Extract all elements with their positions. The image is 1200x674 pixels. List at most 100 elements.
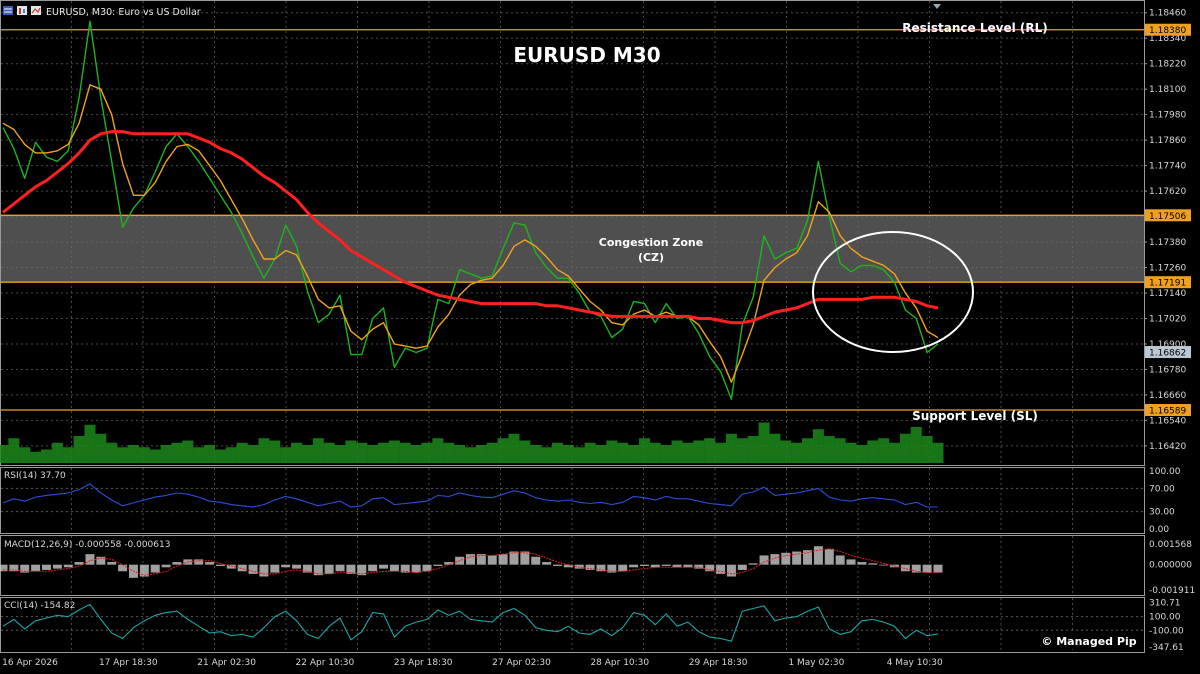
macd-histogram-bar: [444, 562, 454, 565]
macd-histogram-bar: [281, 564, 291, 568]
chart-title: EURUSD M30: [513, 43, 660, 67]
macd-histogram-bar: [857, 562, 867, 565]
volume-bar: [802, 438, 814, 463]
rsi-tick: 0.00: [1149, 525, 1169, 535]
volume-bar: [269, 440, 281, 463]
rsi-label: RSI(14) 37.70: [4, 471, 66, 481]
volume-bar: [388, 440, 400, 463]
macd-histogram-bar: [466, 554, 475, 565]
volume-bar: [932, 442, 944, 463]
volume-bar: [856, 445, 868, 463]
macd-histogram-bar: [270, 564, 280, 573]
volume-bar: [823, 436, 835, 463]
macd-histogram-bar: [650, 564, 660, 568]
price-tick-label: 1.17620: [1149, 187, 1186, 197]
macd-histogram-bar: [846, 559, 856, 565]
macd-histogram-bar: [661, 564, 671, 566]
macd-histogram-bar: [335, 564, 345, 572]
macd-histogram-bar: [161, 564, 171, 568]
volume-bar: [530, 445, 542, 463]
sl-label: Support Level (SL): [912, 409, 1038, 423]
volume-bar: [475, 445, 487, 463]
macd-histogram-bar: [748, 563, 758, 565]
price-tick-label: 1.17380: [1149, 238, 1186, 248]
price-tick-label: 1.16540: [1149, 416, 1186, 426]
macd-histogram-bar: [879, 564, 889, 566]
volume-bar: [356, 442, 368, 463]
indicator-icon[interactable]: [31, 6, 41, 15]
volume-bar: [921, 436, 933, 463]
zone-label-line2: (CZ): [638, 251, 664, 264]
macd-histogram-bar: [542, 562, 552, 565]
volume-bar: [106, 442, 118, 463]
watermark-text: © Managed Pip: [1041, 635, 1136, 648]
macd-histogram-bar: [552, 564, 562, 566]
volume-bar: [606, 440, 618, 463]
macd-histogram-bar: [900, 564, 910, 572]
macd-histogram-bar: [531, 556, 541, 565]
congestion-zone: [1, 214, 1144, 283]
price-tick-label: 1.17980: [1149, 111, 1186, 121]
macd-histogram-bar: [194, 559, 204, 565]
macd-histogram-bar: [868, 563, 878, 565]
macd-histogram-bar: [813, 546, 823, 565]
volume-bar: [323, 442, 335, 463]
macd-histogram-bar: [215, 564, 225, 566]
zone-top-tag-text: 1.17506: [1149, 212, 1186, 222]
volume-bar: [910, 427, 922, 463]
macd-label: MACD(12,26,9) -0.000558 -0.000613: [4, 540, 170, 550]
macd-histogram-bar: [563, 564, 573, 568]
macd-histogram-bar: [74, 562, 84, 565]
macd-histogram-bar: [302, 564, 312, 573]
volume-bar: [301, 445, 313, 463]
volume-bar: [421, 442, 433, 463]
price-axis: 100.00 70.00 30.00 0.00 310.71 100.00 -100.00 -…: [1144, 9, 1195, 653]
bars-icon[interactable]: [17, 6, 27, 15]
volume-bar: [541, 447, 553, 463]
time-tick-label: 1 May 02:30: [788, 658, 844, 668]
volume-bar: [508, 433, 520, 463]
volume-bar: [291, 442, 303, 463]
volume-bar: [19, 447, 31, 463]
volume-bar: [214, 449, 226, 463]
macd-histogram-bar: [683, 564, 693, 568]
price-tick-label: 1.17740: [1149, 162, 1186, 172]
time-tick-label: 27 Apr 02:30: [492, 658, 551, 668]
volume-bar: [258, 438, 270, 463]
price-tick-label: 1.18220: [1149, 60, 1186, 70]
volume-bar: [334, 445, 346, 463]
cci-tick: -100.00: [1149, 626, 1184, 636]
volume-bar: [660, 445, 672, 463]
volume-bar: [693, 440, 705, 463]
volume-bar: [682, 442, 694, 463]
time-tick-label: 16 Apr 2026: [2, 658, 58, 668]
macd-histogram-bar: [922, 564, 932, 573]
volume-bar: [30, 451, 42, 463]
volume-bar: [899, 433, 911, 463]
volume-bar: [40, 449, 52, 463]
macd-histogram-bar: [933, 564, 943, 573]
price-tick-label: 1.18460: [1149, 9, 1186, 19]
volume-bar: [595, 445, 607, 463]
volume-bar: [95, 433, 107, 463]
rsi-tick: 70.00: [1149, 484, 1175, 494]
volume-bar: [562, 445, 574, 463]
resistance-tag-text: 1.18380: [1149, 26, 1186, 36]
macd-tick: 0.001568: [1149, 540, 1192, 550]
time-tick-label: 21 Apr 02:30: [197, 658, 256, 668]
macd-histogram-bar: [433, 564, 443, 566]
volume-bar: [573, 447, 585, 463]
symbol-title: EURUSD, M30: Euro vs US Dollar: [46, 7, 201, 18]
macd-histogram-bar: [759, 555, 769, 565]
volume-bar: [73, 436, 85, 463]
volume-bar: [878, 438, 890, 463]
macd-histogram-bar: [205, 562, 215, 565]
cci-tick: 310.71: [1149, 598, 1181, 608]
volume-bar: [551, 442, 563, 463]
time-tick-label: 29 Apr 18:30: [689, 658, 748, 668]
macd-histogram-bar: [292, 564, 302, 569]
rsi-tick: 30.00: [1149, 508, 1175, 518]
macd-histogram-bar: [716, 564, 726, 574]
chart-menu-icon[interactable]: [3, 6, 13, 15]
macd-histogram-bar: [63, 564, 73, 568]
